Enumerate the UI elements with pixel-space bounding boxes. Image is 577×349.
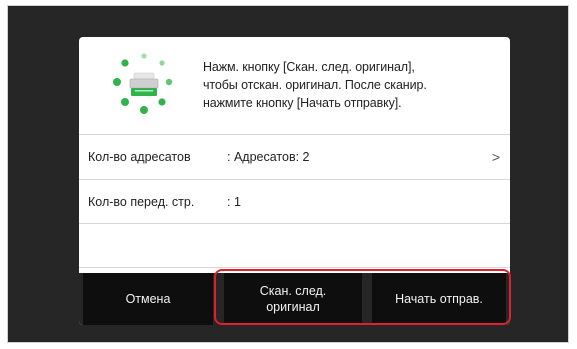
instruction-message: Нажм. кнопку [Скан. след. оригинал], что… bbox=[203, 58, 503, 112]
start-sending-button[interactable]: Начать отправ. bbox=[372, 273, 506, 325]
instruction-line-3: нажмите кнопку [Начать отправку]. bbox=[203, 96, 402, 110]
scan-next-label-line-2: оригинал bbox=[266, 300, 320, 314]
cancel-button[interactable]: Отмена bbox=[83, 273, 213, 325]
sent-pages-value: : 1 bbox=[227, 194, 241, 209]
scan-next-dialog: Нажм. кнопку [Скан. след. оригинал], что… bbox=[79, 37, 510, 325]
start-sending-label: Начать отправ. bbox=[395, 292, 483, 306]
recipients-count-value: : Адресатов: 2 bbox=[227, 150, 310, 164]
recipients-count-label: Кол-во адресатов bbox=[88, 150, 191, 164]
empty-row bbox=[79, 223, 510, 268]
instruction-line-2: чтобы отскан. оригинал. После сканир. bbox=[203, 78, 427, 92]
recipients-count-row[interactable]: Кол-во адресатов : Адресатов: 2 > bbox=[79, 134, 510, 179]
scanning-progress-icon bbox=[113, 53, 173, 114]
chevron-right-icon: > bbox=[491, 149, 500, 165]
button-bar: Отмена Скан. след. оригинал Начать отпра… bbox=[79, 273, 510, 325]
instruction-line-1: Нажм. кнопку [Скан. след. оригинал], bbox=[203, 60, 415, 74]
cancel-button-label: Отмена bbox=[125, 292, 171, 306]
scan-next-original-button[interactable]: Скан. след. оригинал bbox=[224, 273, 362, 325]
sent-pages-label: Кол-во перед. стр. bbox=[88, 194, 195, 209]
sent-pages-row: Кол-во перед. стр. : 1 bbox=[79, 179, 510, 223]
message-area: Нажм. кнопку [Скан. след. оригинал], что… bbox=[79, 37, 510, 134]
scan-next-label-line-1: Скан. след. bbox=[259, 284, 327, 298]
